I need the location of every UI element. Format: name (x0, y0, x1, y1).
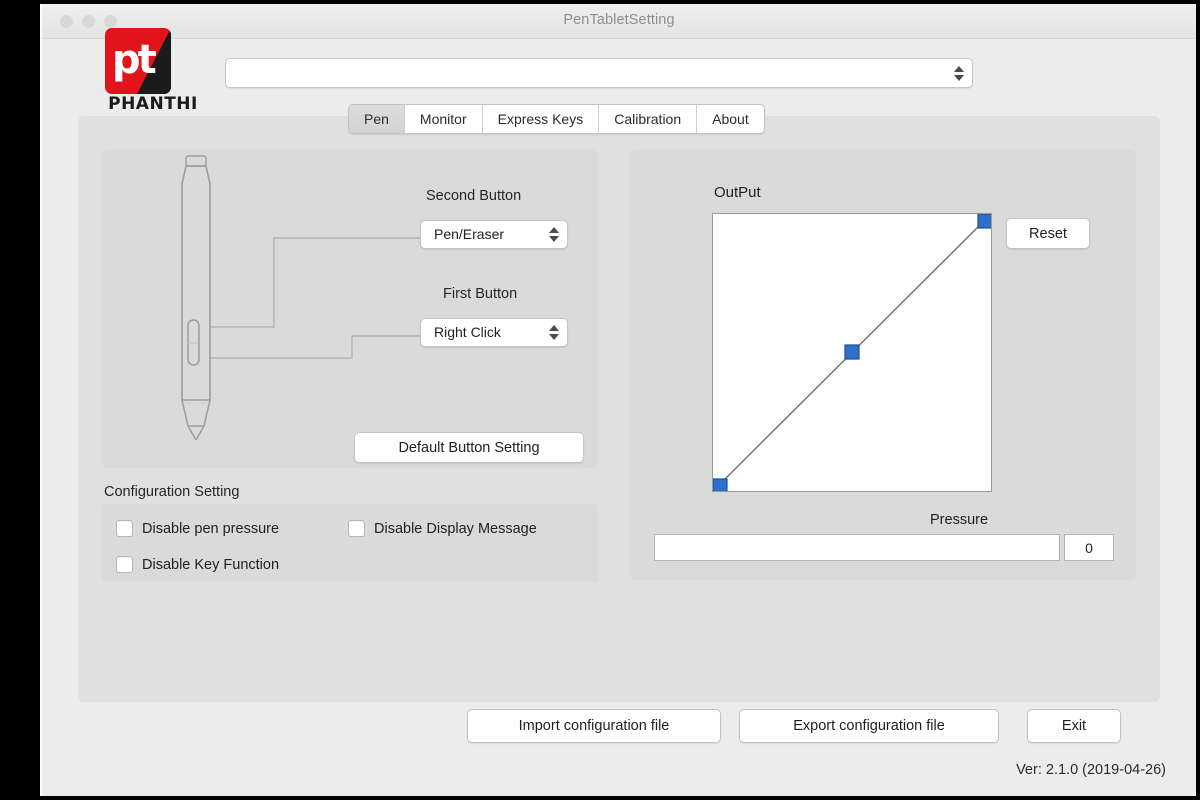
pen-button-mapping-group: Second Button Pen/Eraser First Button Ri… (102, 150, 598, 468)
pressure-curve-chart[interactable] (712, 213, 992, 492)
import-configuration-button[interactable]: Import configuration file (467, 709, 721, 743)
second-button-dropdown[interactable]: Pen/Eraser (420, 220, 568, 249)
first-button-dropdown[interactable]: Right Click (420, 318, 568, 347)
second-button-value: Pen/Eraser (434, 226, 505, 242)
pressure-curve-plot (713, 214, 991, 491)
checkbox-label-disable-pen-pressure: Disable pen pressure (142, 520, 280, 537)
tab-monitor[interactable]: Monitor (404, 105, 483, 133)
tab-express-keys[interactable]: Express Keys (482, 105, 600, 133)
checkbox-row-disable-pen-pressure[interactable]: Disable pen pressure (116, 520, 279, 537)
curve-handle-middle (844, 344, 860, 360)
logo-mark-text: pt (112, 37, 157, 83)
chevron-down-icon (548, 236, 559, 242)
curve-handle-end (977, 214, 991, 229)
chevron-down-icon (953, 74, 964, 81)
configuration-setting-title: Configuration Setting (104, 484, 240, 500)
second-button-label: Second Button (426, 188, 522, 204)
window-title: PenTabletSetting (563, 12, 675, 28)
screenshot-frame-bottom (0, 796, 1200, 800)
screenshot-frame-left (0, 0, 40, 800)
chevron-updown-icon[interactable] (548, 323, 559, 343)
chevron-updown-icon[interactable] (953, 63, 964, 83)
chevron-up-icon (548, 325, 559, 331)
pressure-label: Pressure (930, 512, 989, 528)
export-configuration-button[interactable]: Export configuration file (739, 709, 999, 743)
checkbox-disable-display-message[interactable] (348, 520, 365, 537)
configuration-setting-group: Disable pen pressure Disable Display Mes… (102, 504, 598, 582)
chevron-up-icon (953, 65, 964, 72)
brand-logo: pt PHANTHI (95, 28, 211, 114)
screenshot-frame-right (1196, 0, 1200, 800)
pen-tab-content: Second Button Pen/Eraser First Button Ri… (78, 116, 1160, 702)
application-window: PenTabletSetting pt PHANTHI Pen Monitor … (42, 4, 1196, 796)
chevron-down-icon (548, 334, 559, 340)
first-button-label: First Button (443, 286, 518, 302)
checkbox-disable-key-function[interactable] (116, 556, 133, 573)
checkbox-row-disable-key-function[interactable]: Disable Key Function (116, 556, 279, 573)
tab-pen[interactable]: Pen (349, 105, 405, 133)
window-titlebar: PenTabletSetting (42, 4, 1196, 39)
output-curve-group: OutPut Reset Pressure 0 (630, 150, 1136, 580)
device-selector-combobox[interactable] (225, 58, 973, 88)
exit-button[interactable]: Exit (1027, 709, 1121, 743)
pressure-value-field: 0 (1064, 534, 1114, 561)
output-title: OutPut (714, 184, 761, 201)
phanthi-logo-icon: pt (105, 28, 171, 94)
screenshot-root: PenTabletSetting pt PHANTHI Pen Monitor … (0, 0, 1200, 800)
default-button-setting-button[interactable]: Default Button Setting (354, 432, 584, 463)
stylus-pen-illustration (181, 155, 211, 440)
checkbox-label-disable-key-function: Disable Key Function (142, 556, 280, 573)
tab-about[interactable]: About (697, 105, 764, 133)
checkbox-label-disable-display-message: Disable Display Message (374, 520, 537, 537)
tab-calibration[interactable]: Calibration (599, 105, 698, 133)
brand-wordmark: PHANTHI (108, 94, 198, 114)
version-label: Ver: 2.1.0 (2019-04-26) (1016, 762, 1166, 778)
chevron-up-icon (548, 227, 559, 233)
chevron-updown-icon[interactable] (548, 225, 559, 245)
tab-bar: Pen Monitor Express Keys Calibration Abo… (348, 104, 765, 134)
first-button-value: Right Click (434, 324, 501, 340)
checkbox-disable-pen-pressure[interactable] (116, 520, 133, 537)
reset-curve-button[interactable]: Reset (1006, 218, 1090, 249)
checkbox-row-disable-display-message[interactable]: Disable Display Message (348, 520, 537, 537)
curve-handle-start (713, 478, 728, 491)
pressure-level-meter (654, 534, 1060, 561)
